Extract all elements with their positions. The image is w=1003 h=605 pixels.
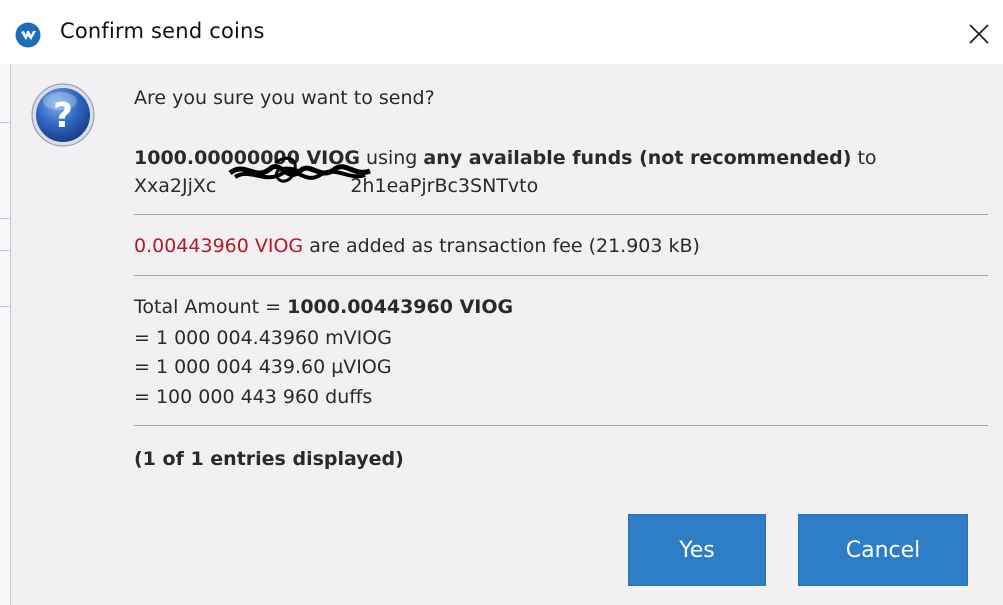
total-duffs: = 100 000 443 960 duffs [134,386,373,408]
total-value: 1000.00443960 VIOG [287,296,514,318]
to-text: to [857,147,877,169]
close-button[interactable] [958,14,1000,54]
funds-source: any available funds (not recommended) [423,147,852,169]
close-icon [969,24,989,44]
window-title: Confirm send coins [60,19,265,43]
title-bar: Confirm send coins [0,0,1003,64]
fee-line: 0.00443960 VIOG are added as transaction… [134,234,700,258]
confirm-send-dialog: Confirm send coins ? Are you sure you wa… [0,0,1003,605]
app-logo-icon [15,22,41,48]
total-mviog: = 1 000 004.43960 mVIOG [134,327,392,349]
cancel-button[interactable]: Cancel [798,514,968,586]
separator [134,214,988,215]
question-icon: ? [31,83,95,147]
total-line: Total Amount = 1000.00443960 VIOG [134,295,513,319]
separator [134,275,988,276]
entries-count: (1 of 1 entries displayed) [134,448,404,470]
separator [134,425,988,426]
redaction-scribble [228,156,371,183]
svg-text:?: ? [53,96,73,136]
background-window-edge [0,64,11,605]
total-label: Total Amount = [134,296,282,318]
total-uviog: = 1 000 004 439.60 µVIOG [134,356,392,378]
fee-amount: 0.00443960 VIOG [134,235,304,257]
address-prefix: Xxa2JjXc [134,175,217,197]
address-suffix: 2h1eaPjrBc3SNTvto [350,175,539,197]
yes-button[interactable]: Yes [628,514,766,586]
fee-text: are added as transaction fee (21.903 kB) [309,235,700,257]
confirm-question: Are you sure you want to send? [134,87,435,109]
